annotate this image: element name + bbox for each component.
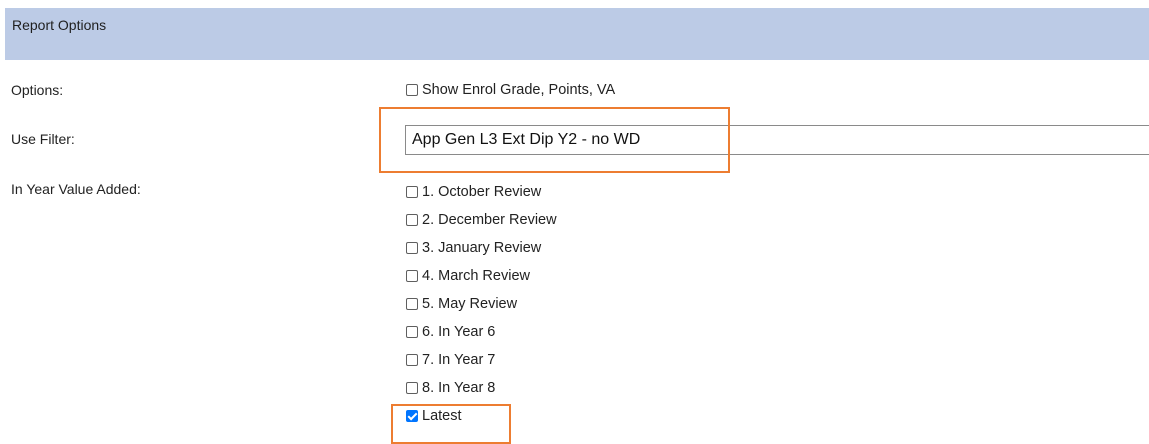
checkbox-label: 4. March Review (422, 268, 530, 284)
checkbox-box[interactable] (406, 298, 418, 310)
header-title: Report Options (12, 17, 107, 33)
review-checkbox-latest[interactable]: Latest (406, 408, 462, 424)
checkbox-label: 3. January Review (422, 240, 542, 256)
checkbox-box[interactable] (406, 382, 418, 394)
checkbox-box[interactable] (406, 326, 418, 338)
checkbox-label: 8. In Year 8 (422, 380, 496, 396)
review-checkbox-may[interactable]: 5. May Review (406, 296, 517, 312)
options-label: Options: (11, 82, 64, 98)
checkbox-label: 5. May Review (422, 296, 518, 312)
filter-input[interactable] (405, 125, 1149, 155)
show-enrol-checkbox-label: Show Enrol Grade, Points, VA (422, 82, 616, 98)
checkbox-box[interactable] (406, 186, 418, 198)
review-checkbox-year8[interactable]: 8. In Year 8 (406, 380, 495, 396)
review-checkbox-december[interactable]: 2. December Review (406, 212, 557, 228)
show-enrol-checkbox-box[interactable] (406, 84, 418, 96)
checkbox-box[interactable] (406, 242, 418, 254)
review-checkbox-year6[interactable]: 6. In Year 6 (406, 324, 495, 340)
checkbox-box[interactable] (406, 354, 418, 366)
review-checkbox-january[interactable]: 3. January Review (406, 240, 541, 256)
checkbox-label: 6. In Year 6 (422, 324, 496, 340)
checkbox-box[interactable] (406, 270, 418, 282)
review-checkbox-year7[interactable]: 7. In Year 7 (406, 352, 495, 368)
checkbox-label: Latest (422, 408, 462, 424)
checkbox-box[interactable] (406, 214, 418, 226)
checkbox-label: 2. December Review (422, 212, 557, 228)
checkbox-box-checked[interactable] (406, 410, 418, 422)
review-checkbox-march[interactable]: 4. March Review (406, 268, 530, 284)
checkbox-label: 1. October Review (422, 184, 542, 200)
report-options-header: Report Options (5, 8, 1149, 60)
review-checkbox-october[interactable]: 1. October Review (406, 184, 541, 200)
checkbox-label: 7. In Year 7 (422, 352, 496, 368)
use-filter-label: Use Filter: (11, 131, 75, 147)
value-added-label: In Year Value Added: (11, 181, 141, 197)
show-enrol-checkbox[interactable]: Show Enrol Grade, Points, VA (406, 82, 615, 98)
